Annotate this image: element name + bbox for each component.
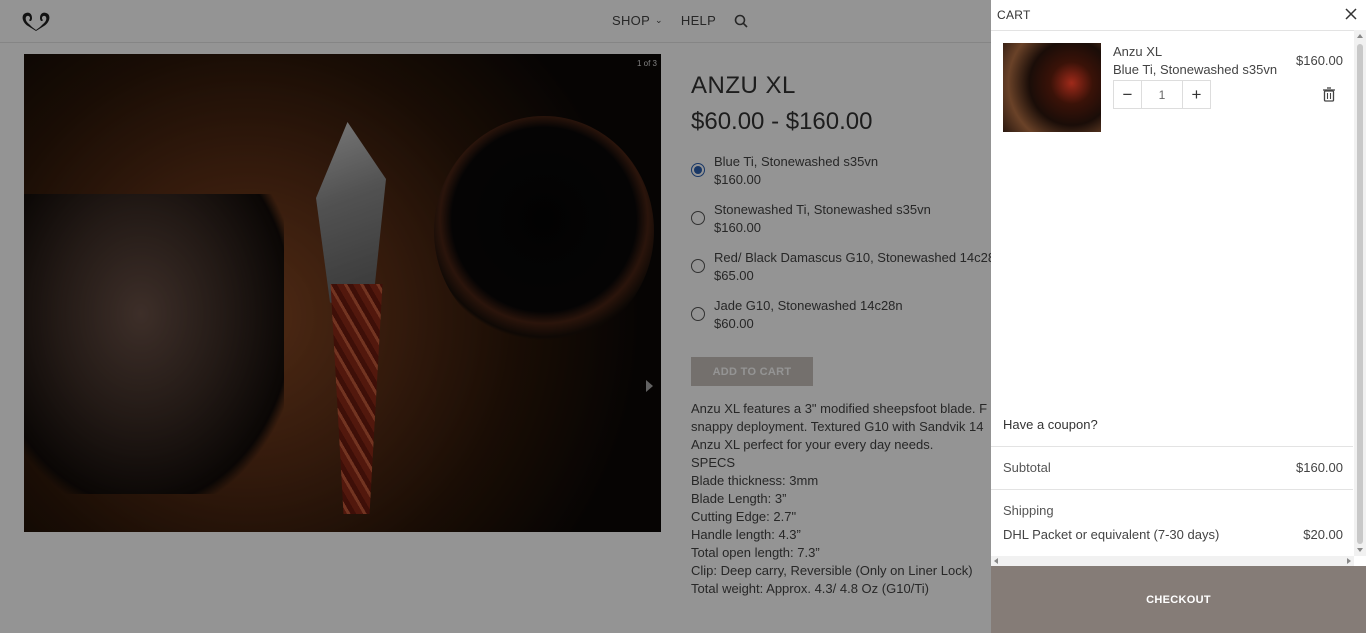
cart-title: CART	[997, 8, 1031, 22]
divider	[991, 489, 1353, 490]
vertical-scrollbar[interactable]	[1354, 30, 1366, 556]
quantity-stepper: − 1 +	[1113, 80, 1211, 109]
subtotal-value: $160.00	[1296, 460, 1343, 475]
cart-drawer: CART Anzu XL Blue Ti, Stonewashed s35vn …	[991, 0, 1366, 633]
increase-quantity-button[interactable]: +	[1183, 81, 1210, 108]
shipping-price: $20.00	[1303, 527, 1343, 542]
scroll-right-arrow-icon[interactable]	[1347, 558, 1351, 564]
shipping-method[interactable]: DHL Packet or equivalent (7-30 days)	[1003, 527, 1219, 542]
scroll-up-arrow-icon[interactable]	[1357, 34, 1363, 38]
decrease-quantity-button[interactable]: −	[1114, 81, 1141, 108]
scrollbar-thumb[interactable]	[1357, 44, 1363, 544]
subtotal-label: Subtotal	[1003, 460, 1051, 475]
cart-item-name[interactable]: Anzu XL	[1113, 44, 1162, 59]
quantity-input[interactable]: 1	[1141, 81, 1183, 108]
cart-item-price: $160.00	[1296, 53, 1343, 68]
cart-item-thumbnail[interactable]	[1003, 43, 1101, 132]
scroll-down-arrow-icon[interactable]	[1357, 548, 1363, 552]
cart-header: CART	[991, 0, 1366, 31]
scroll-left-arrow-icon[interactable]	[994, 558, 998, 564]
close-icon[interactable]	[1344, 7, 1358, 21]
trash-icon[interactable]	[1322, 87, 1336, 102]
horizontal-scrollbar[interactable]	[991, 556, 1354, 566]
shipping-label: Shipping	[1003, 503, 1054, 518]
divider	[991, 446, 1353, 447]
checkout-button[interactable]: CHECKOUT	[991, 566, 1366, 633]
cart-item-variant: Blue Ti, Stonewashed s35vn	[1113, 62, 1278, 77]
coupon-link[interactable]: Have a coupon?	[1003, 417, 1098, 432]
